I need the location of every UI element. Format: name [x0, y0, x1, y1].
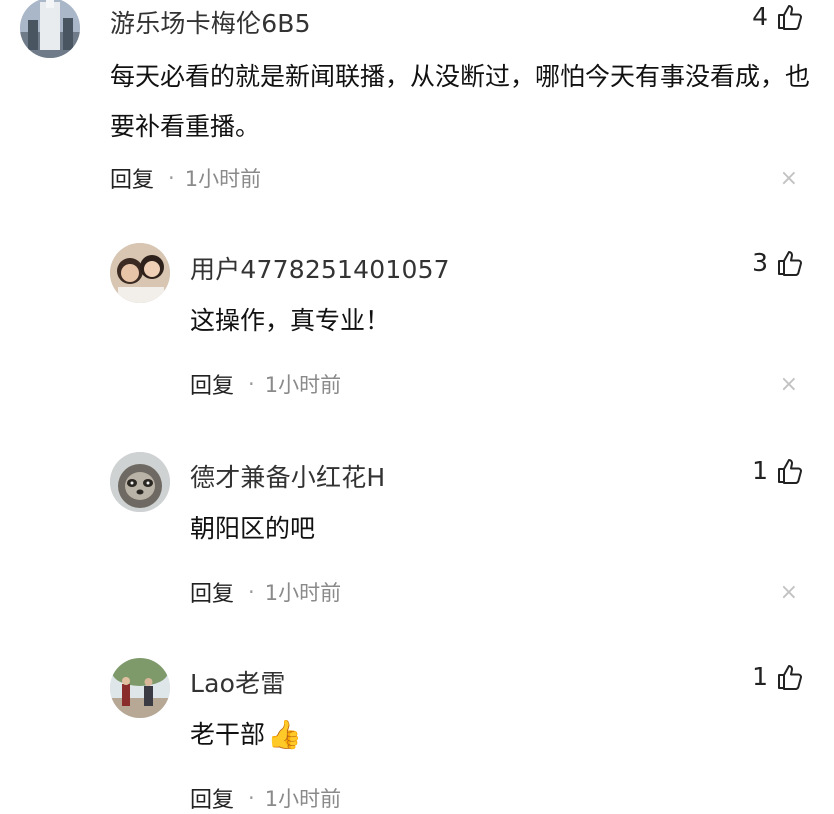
reply-button[interactable]: 回复	[110, 162, 154, 194]
comment-meta: 回复 · 1小时前	[190, 368, 341, 400]
comment-item: 游乐场卡梅伦6B5 4 每天必看的就是新闻联播，从没断过，哪怕今天有事没看成，也…	[0, 0, 834, 200]
reply-comment-item: 德才兼备小红花H 1 朝阳区的吧 回复 · 1小时前 ×	[0, 448, 834, 618]
avatar[interactable]	[110, 452, 170, 512]
close-icon[interactable]: ×	[780, 582, 798, 604]
thumbs-up-emoji-icon: 👍	[267, 718, 302, 751]
like-count: 1	[752, 662, 768, 691]
reply-button[interactable]: 回复	[190, 576, 234, 608]
reply-comment-item: 用户4778251401057 3 这操作，真专业！ 回复 · 1小时前 ×	[0, 240, 834, 410]
comment-meta: 回复 · 1小时前	[190, 576, 341, 608]
meta-separator: ·	[248, 580, 255, 604]
close-icon[interactable]: ×	[780, 374, 798, 396]
comment-username[interactable]: 游乐场卡梅伦6B5	[110, 4, 311, 40]
like-button[interactable]: 1	[752, 662, 804, 691]
close-icon[interactable]: ×	[780, 168, 798, 190]
comment-username[interactable]: 用户4778251401057	[190, 250, 450, 286]
sloth-photo-avatar-icon	[110, 452, 170, 512]
avatar[interactable]	[20, 0, 80, 58]
thumbs-up-icon	[778, 458, 802, 484]
comment-time: 1小时前	[184, 167, 262, 191]
avatar[interactable]	[110, 243, 170, 303]
outdoor-photo-avatar-icon	[110, 658, 170, 718]
like-count: 1	[752, 456, 768, 485]
comment-time: 1小时前	[264, 581, 342, 605]
comment-time: 1小时前	[264, 787, 342, 811]
comment-text: 每天必看的就是新闻联播，从没断过，哪怕今天有事没看成，也要补看重播。	[110, 62, 811, 141]
building-photo-avatar-icon	[20, 0, 80, 58]
comment-username[interactable]: Lao老雷	[190, 664, 286, 700]
reply-comment-item: Lao老雷 1 老干部 👍 回复 · 1小时前	[0, 654, 834, 813]
like-button[interactable]: 3	[752, 248, 804, 277]
thumbs-up-icon	[778, 250, 802, 276]
thumbs-up-icon	[778, 664, 802, 690]
meta-separator: ·	[248, 372, 255, 396]
thumbs-up-icon	[778, 4, 802, 30]
meta-separator: ·	[248, 786, 255, 810]
like-button[interactable]: 4	[752, 2, 804, 31]
comment-meta: 回复 · 1小时前	[110, 162, 261, 194]
meta-separator: ·	[168, 166, 175, 190]
comment-text: 朝阳区的吧	[190, 514, 316, 543]
reply-button[interactable]: 回复	[190, 368, 234, 400]
comment-text: 这操作，真专业！	[190, 306, 391, 335]
avatar[interactable]	[110, 658, 170, 718]
like-count: 3	[752, 248, 768, 277]
like-count: 4	[752, 2, 768, 31]
girls-photo-avatar-icon	[110, 243, 170, 303]
comment-time: 1小时前	[264, 373, 342, 397]
like-button[interactable]: 1	[752, 456, 804, 485]
comment-text: 老干部 👍	[190, 710, 302, 760]
comment-username[interactable]: 德才兼备小红花H	[190, 458, 385, 494]
comment-text-content: 老干部	[190, 720, 266, 749]
comment-meta: 回复 · 1小时前	[190, 782, 341, 814]
reply-button[interactable]: 回复	[190, 782, 234, 814]
